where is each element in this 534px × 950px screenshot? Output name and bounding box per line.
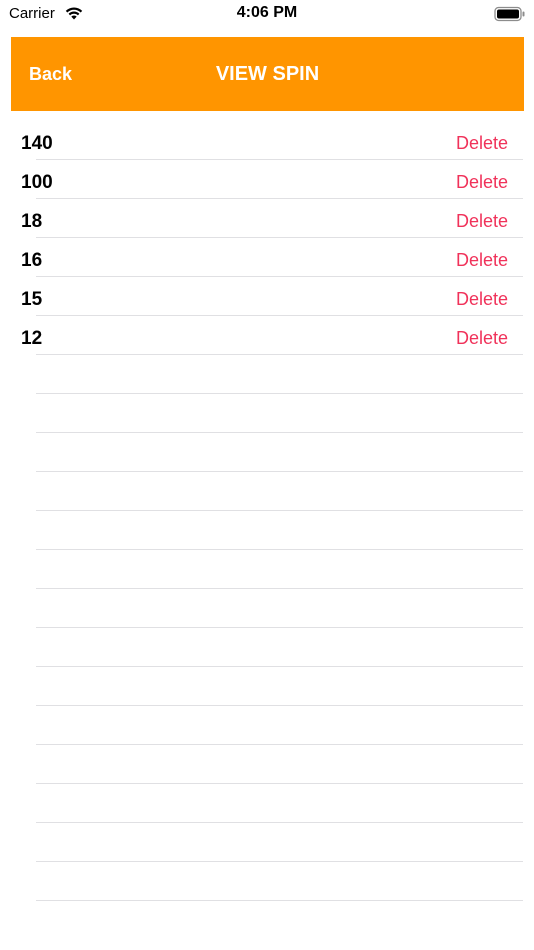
spin-value: 12 — [21, 328, 43, 349]
empty-row — [0, 706, 534, 745]
status-time: 4:06 PM — [236, 4, 298, 21]
empty-row — [0, 355, 534, 394]
nav-bar: Back VIEW SPIN — [11, 37, 524, 111]
row-divider — [36, 900, 523, 901]
empty-row — [0, 511, 534, 550]
empty-row — [0, 550, 534, 589]
list-item[interactable]: 15 Delete — [0, 277, 534, 316]
empty-row — [0, 628, 534, 667]
delete-button[interactable]: Delete — [456, 328, 508, 349]
empty-row — [0, 667, 534, 706]
status-bar: Carrier 4:06 PM — [0, 0, 534, 30]
spin-value: 18 — [21, 211, 43, 232]
list-item[interactable]: 100 Delete — [0, 160, 534, 199]
delete-button[interactable]: Delete — [456, 172, 508, 193]
empty-row — [0, 394, 534, 433]
delete-button[interactable]: Delete — [456, 133, 508, 154]
spin-value: 16 — [21, 250, 43, 271]
empty-row — [0, 589, 534, 628]
page-title: VIEW SPIN — [215, 63, 320, 85]
empty-row — [0, 784, 534, 823]
delete-button[interactable]: Delete — [456, 250, 508, 271]
list-item[interactable]: 18 Delete — [0, 199, 534, 238]
spin-value: 140 — [21, 133, 53, 154]
spin-list: 140 Delete 100 Delete 18 Delete 16 Delet… — [0, 121, 534, 901]
spin-value: 15 — [21, 289, 43, 310]
delete-button[interactable]: Delete — [456, 211, 508, 232]
empty-row — [0, 862, 534, 901]
empty-row — [0, 745, 534, 784]
empty-row — [0, 472, 534, 511]
spin-value: 100 — [21, 172, 53, 193]
list-item[interactable]: 16 Delete — [0, 238, 534, 277]
battery-icon — [494, 6, 525, 22]
delete-button[interactable]: Delete — [456, 289, 508, 310]
empty-row — [0, 823, 534, 862]
empty-row — [0, 433, 534, 472]
list-item[interactable]: 140 Delete — [0, 121, 534, 160]
list-item[interactable]: 12 Delete — [0, 316, 534, 355]
